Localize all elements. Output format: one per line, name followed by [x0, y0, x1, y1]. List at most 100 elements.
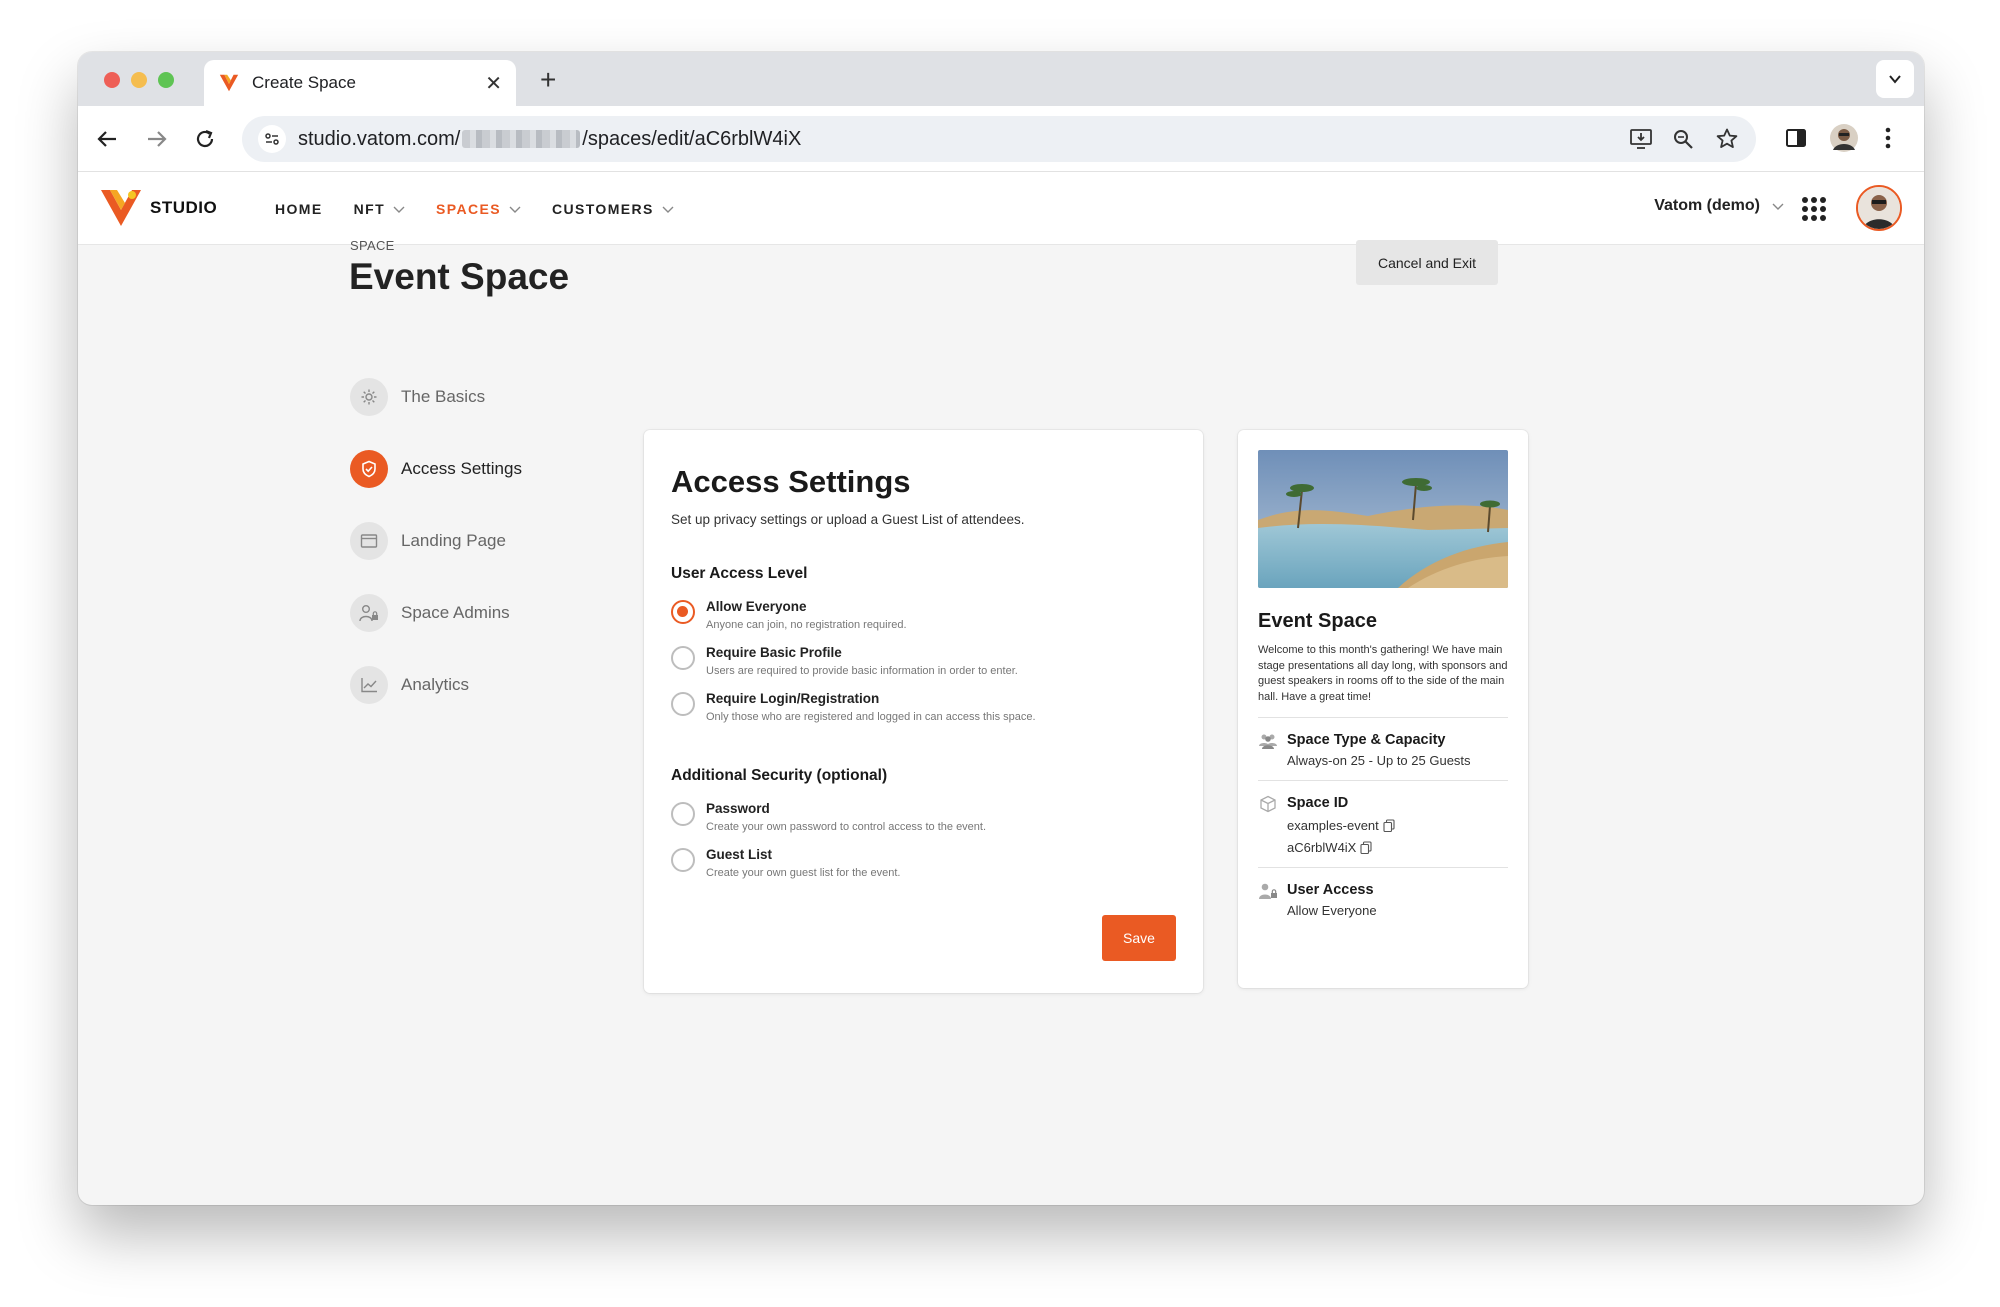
radio-require-basic-profile[interactable]: Require Basic Profile Users are required…: [671, 645, 1176, 677]
nav-home[interactable]: HOME: [275, 201, 323, 217]
step-space-admins[interactable]: Space Admins: [350, 594, 522, 632]
install-app-icon[interactable]: [1628, 126, 1654, 152]
reload-icon: [196, 129, 214, 148]
browser-window: Create Space ✕ + studio.vatom.com/ /spac…: [78, 52, 1924, 1205]
vatom-logo-icon: [101, 190, 141, 226]
additional-security-title: Additional Security (optional): [671, 767, 888, 784]
divider: [1258, 867, 1508, 868]
step-analytics[interactable]: Analytics: [350, 666, 522, 704]
chart-line-icon: [350, 666, 388, 704]
copy-icon[interactable]: [1383, 819, 1395, 832]
side-panel-icon: [1786, 129, 1806, 147]
chevron-down-icon: [1772, 203, 1784, 210]
cancel-and-exit-button[interactable]: Cancel and Exit: [1356, 240, 1498, 285]
account-label: Vatom (demo): [1654, 197, 1760, 214]
user-access-section: User Access Allow Everyone: [1258, 882, 1508, 918]
radio-button[interactable]: [671, 600, 695, 624]
radio-button[interactable]: [671, 802, 695, 826]
avatar-icon: [1858, 187, 1900, 229]
page-eyebrow: SPACE: [350, 238, 395, 253]
tab-close-icon[interactable]: ✕: [485, 71, 502, 96]
browser-toolbar: studio.vatom.com/ /spaces/edit/aC6rblW4i…: [78, 106, 1924, 172]
more-vertical-icon: [1885, 127, 1891, 149]
radio-password[interactable]: Password Create your own password to con…: [671, 801, 1176, 833]
nav-nft[interactable]: NFT: [354, 201, 405, 217]
save-button[interactable]: Save: [1102, 915, 1176, 961]
radio-label: Password: [706, 801, 770, 816]
step-label: Space Admins: [401, 603, 510, 622]
browser-window-icon: [350, 522, 388, 560]
profile-button[interactable]: [1828, 122, 1860, 154]
address-bar[interactable]: studio.vatom.com/ /spaces/edit/aC6rblW4i…: [242, 116, 1756, 162]
space-slug: examples-event: [1287, 818, 1395, 833]
user-lock-icon: [1259, 883, 1277, 899]
nav-customers-label: CUSTOMERS: [551, 200, 654, 217]
vatom-favicon-icon: [219, 74, 239, 92]
sum-title: Space Type & Capacity: [1287, 732, 1446, 748]
chevron-down-icon: [393, 206, 405, 213]
radio-button[interactable]: [671, 848, 695, 872]
nav-customers[interactable]: CUSTOMERS: [552, 201, 674, 217]
user-avatar[interactable]: [1856, 185, 1902, 231]
apps-grid-icon[interactable]: [1802, 197, 1826, 221]
bookmark-star-icon[interactable]: [1714, 126, 1740, 152]
app-header: STUDIO HOME NFT SPACES CUSTOMERS Vatom (…: [78, 172, 1924, 245]
new-tab-button[interactable]: +: [540, 64, 556, 96]
main-nav: HOME NFT SPACES CUSTOMERS: [275, 172, 705, 245]
close-window-button[interactable]: [104, 72, 120, 88]
gear-icon: [350, 378, 388, 416]
tab-search-button[interactable]: [1876, 60, 1914, 98]
radio-label: Require Login/Registration: [706, 691, 880, 706]
url-redacted: [462, 130, 581, 148]
url-domain: studio.vatom.com/: [298, 127, 461, 150]
radio-require-login-registration[interactable]: Require Login/Registration Only those wh…: [671, 691, 1176, 723]
maximize-window-button[interactable]: [158, 72, 174, 88]
card-subtitle: Set up privacy settings or upload a Gues…: [671, 512, 1025, 527]
step-label: Analytics: [401, 675, 470, 694]
radio-description: Anyone can join, no registration require…: [706, 619, 907, 631]
chevron-down-icon: [1889, 75, 1901, 84]
radio-guest-list[interactable]: Guest List Create your own guest list fo…: [671, 847, 1176, 879]
forward-button[interactable]: [142, 124, 172, 154]
account-switcher[interactable]: Vatom (demo): [1654, 197, 1784, 215]
minimize-window-button[interactable]: [131, 72, 147, 88]
nav-spaces[interactable]: SPACES: [436, 201, 521, 217]
site-settings-icon[interactable]: [258, 125, 286, 153]
radio-allow-everyone[interactable]: Allow Everyone Anyone can join, no regis…: [671, 599, 1176, 631]
space-summary-card: Event Space Welcome to this month's gath…: [1238, 430, 1528, 988]
radio-label: Require Basic Profile: [706, 645, 842, 660]
step-landing-page[interactable]: Landing Page: [350, 522, 522, 560]
summary-description: Welcome to this month's gathering! We ha…: [1258, 644, 1508, 703]
back-button[interactable]: [92, 124, 122, 154]
studio-logo[interactable]: STUDIO: [100, 188, 217, 228]
step-access-settings[interactable]: Access Settings: [350, 450, 522, 488]
browser-tab-active[interactable]: Create Space ✕: [204, 60, 516, 106]
cube-icon: [1260, 795, 1276, 813]
nav-nft-label: NFT: [353, 200, 386, 217]
space-id-section: Space ID examples-event aC6rblW4iX: [1258, 795, 1508, 855]
radio-button[interactable]: [671, 646, 695, 670]
arrow-left-icon: [97, 131, 116, 147]
access-settings-card: Access Settings Set up privacy settings …: [644, 430, 1203, 993]
browser-menu-button[interactable]: [1872, 122, 1904, 154]
zoom-icon[interactable]: [1670, 126, 1696, 152]
users-group-icon: [1259, 734, 1277, 749]
summary-title: Event Space: [1258, 610, 1377, 632]
radio-label: Guest List: [706, 847, 773, 862]
space-thumbnail-image: [1258, 450, 1508, 588]
chevron-down-icon: [509, 206, 521, 213]
step-the-basics[interactable]: The Basics: [350, 378, 522, 416]
sum-title: Space ID: [1287, 795, 1349, 811]
radio-button[interactable]: [671, 692, 695, 716]
side-panel-button[interactable]: [1780, 122, 1812, 154]
radio-description: Only those who are registered and logged…: [706, 711, 1036, 723]
steps-sidebar: The Basics Access Settings Landing Page …: [350, 378, 522, 738]
user-access-level-title: User Access Level: [671, 565, 808, 582]
reload-button[interactable]: [190, 124, 220, 154]
radio-description: Create your own guest list for the event…: [706, 867, 901, 879]
sum-value: Always-on 25 - Up to 25 Guests: [1287, 753, 1471, 768]
copy-icon[interactable]: [1360, 841, 1372, 854]
radio-label: Allow Everyone: [706, 599, 807, 614]
space-id-code: aC6rblW4iX: [1287, 840, 1395, 855]
sum-value: Allow Everyone: [1287, 903, 1377, 918]
